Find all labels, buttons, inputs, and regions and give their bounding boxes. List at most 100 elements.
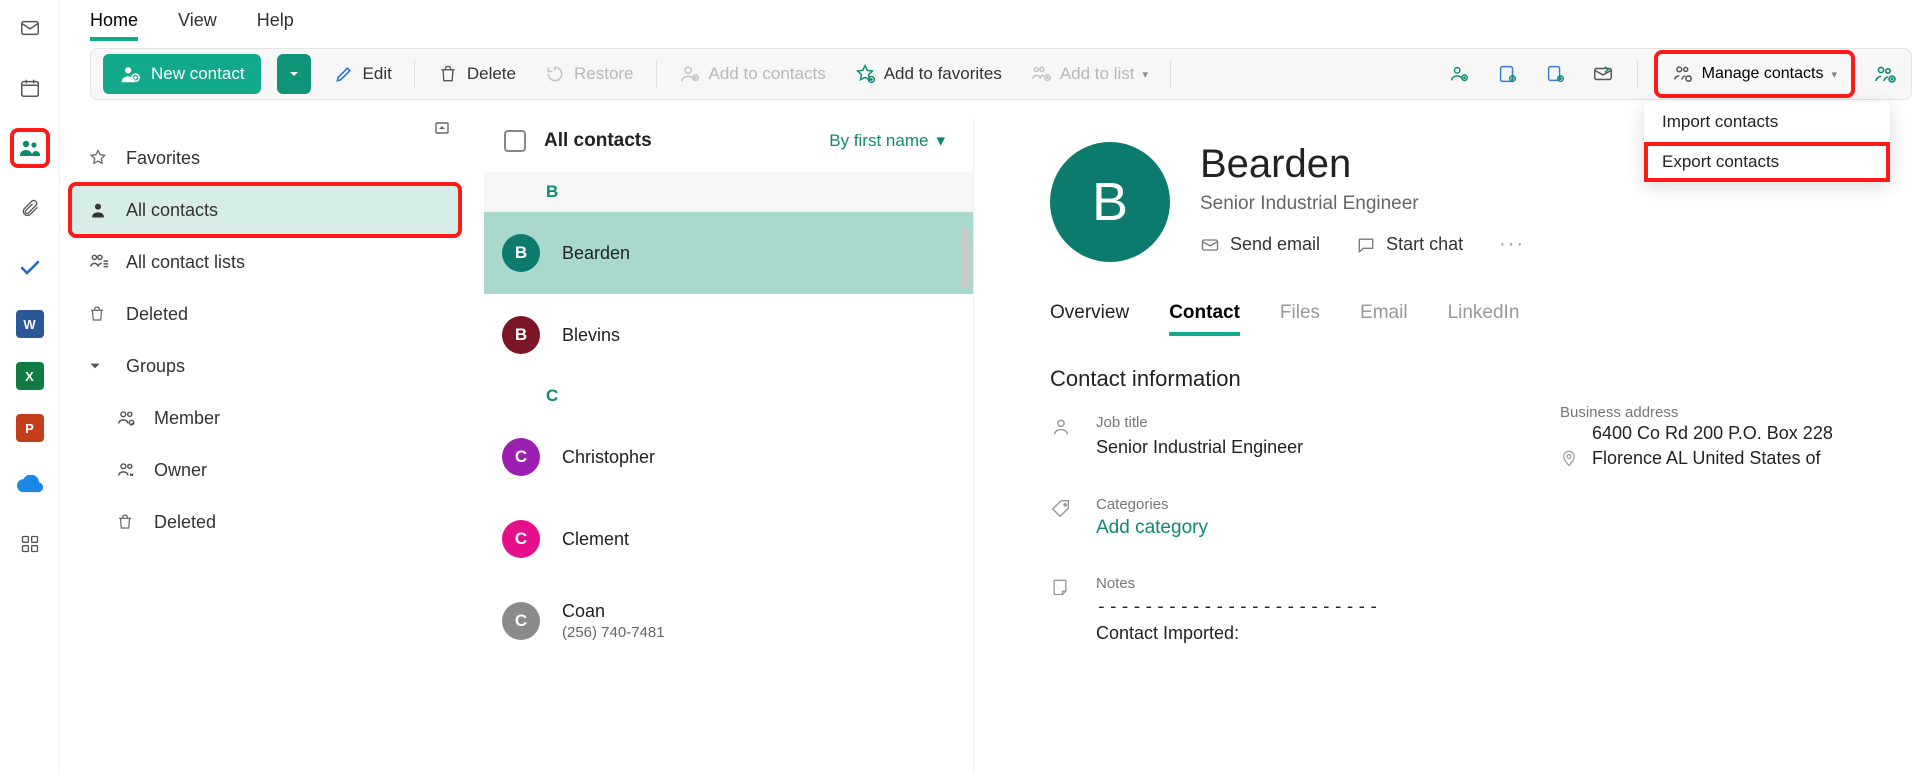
rail-attach-icon[interactable]	[12, 190, 48, 226]
tag-icon	[1050, 496, 1074, 539]
rail-word-icon[interactable]: W	[16, 310, 44, 338]
avatar: C	[502, 438, 540, 476]
folder-favorites[interactable]: Favorites	[70, 132, 460, 184]
member-icon	[116, 407, 138, 429]
restore-icon	[544, 63, 566, 85]
rail-apps-icon[interactable]	[12, 526, 48, 562]
manage-contacts-label: Manage contacts	[1702, 65, 1824, 83]
new-contact-dropdown[interactable]	[277, 54, 311, 94]
contact-row[interactable]: B Bearden	[484, 212, 973, 294]
folder-groups[interactable]: Groups	[70, 340, 460, 392]
people-list-icon	[88, 251, 110, 273]
tab-overview[interactable]: Overview	[1050, 302, 1129, 336]
folder-groups-deleted[interactable]: Deleted	[70, 496, 460, 548]
folder-favorites-label: Favorites	[126, 148, 200, 169]
sort-button[interactable]: By first name ▾	[829, 131, 945, 151]
folder-all-contacts[interactable]: All contacts	[70, 184, 460, 236]
section-letter-b: B	[484, 172, 973, 212]
folder-all-contact-lists[interactable]: All contact lists	[70, 236, 460, 288]
folder-groups-member[interactable]: Member	[70, 392, 460, 444]
send-email-button[interactable]: Send email	[1200, 234, 1320, 255]
menu-home[interactable]: Home	[90, 10, 138, 41]
send-email-label: Send email	[1230, 234, 1320, 255]
tab-email[interactable]: Email	[1360, 302, 1408, 336]
menu-help[interactable]: Help	[257, 10, 294, 41]
contact-list-scroll[interactable]: B B Bearden B Blevins C C Christopher C …	[484, 172, 973, 774]
select-all-checkbox[interactable]	[504, 130, 526, 152]
people-gear-icon	[1672, 63, 1694, 85]
separator	[414, 60, 415, 88]
dropdown-export-contacts[interactable]: Export contacts	[1644, 142, 1890, 182]
edit-button[interactable]: Edit	[327, 59, 398, 89]
section-letter-c: C	[484, 376, 973, 416]
rail-todo-icon[interactable]	[12, 250, 48, 286]
mail-icon	[1200, 235, 1220, 255]
contact-row[interactable]: B Blevins	[484, 294, 973, 376]
add-to-contacts-button: Add to contacts	[673, 59, 832, 89]
tab-files[interactable]: Files	[1280, 302, 1320, 336]
contact-row[interactable]: C Christopher	[484, 416, 973, 498]
restore-label: Restore	[574, 64, 634, 84]
contact-list-title: All contacts	[544, 130, 652, 152]
dock-icon[interactable]	[434, 120, 450, 136]
rail-mail-icon[interactable]	[12, 10, 48, 46]
new-contact-button[interactable]: New contact	[103, 54, 261, 94]
notes-dashes: ------------------------	[1096, 596, 1860, 617]
chevron-down-icon: ▾	[1142, 68, 1148, 81]
detail-job: Senior Industrial Engineer	[1200, 193, 1860, 215]
contact-row[interactable]: C Clement	[484, 498, 973, 580]
avatar: B	[502, 234, 540, 272]
rail-powerpoint-icon[interactable]: P	[16, 414, 44, 442]
more-actions-button[interactable]: ···	[1499, 233, 1525, 256]
star-icon	[88, 148, 110, 168]
trash-icon	[437, 63, 459, 85]
scrollbar[interactable]	[961, 228, 969, 288]
ribbon-right: Manage contacts ▾	[1445, 54, 1899, 94]
note-icon	[1050, 575, 1074, 646]
ribbon-icon-2[interactable]	[1493, 60, 1521, 88]
menu-view[interactable]: View	[178, 10, 217, 41]
ribbon-icon-1[interactable]	[1445, 60, 1473, 88]
person-outline-icon	[1050, 414, 1074, 460]
rail-calendar-icon[interactable]	[12, 70, 48, 106]
ribbon-icon-3[interactable]	[1541, 60, 1569, 88]
rail-excel-icon[interactable]: X	[16, 362, 44, 390]
start-chat-button[interactable]: Start chat	[1356, 234, 1463, 255]
folder-groups-member-label: Member	[154, 408, 220, 429]
add-to-favorites-button[interactable]: Add to favorites	[848, 59, 1008, 89]
folder-all-contacts-label: All contacts	[126, 200, 218, 221]
dropdown-import-contacts[interactable]: Import contacts	[1644, 102, 1890, 142]
info-categories: Categories Add category	[1050, 496, 1860, 539]
manage-contacts-button[interactable]: Manage contacts ▾	[1658, 54, 1851, 94]
folder-deleted[interactable]: Deleted	[70, 288, 460, 340]
rail-people-icon[interactable]	[12, 130, 48, 166]
person-add-icon	[119, 63, 141, 85]
notes-value: Contact Imported:	[1096, 621, 1860, 646]
contact-list-header: All contacts By first name ▾	[484, 118, 973, 172]
tab-contact[interactable]: Contact	[1169, 302, 1240, 336]
folder-groups-owner[interactable]: Owner	[70, 444, 460, 496]
delete-button[interactable]: Delete	[431, 59, 522, 89]
chevron-down-icon: ▾	[1831, 68, 1837, 81]
contact-row[interactable]: C Coan (256) 740-7481	[484, 580, 973, 662]
separator	[656, 60, 657, 88]
ribbon-icon-4[interactable]	[1589, 60, 1617, 88]
contact-name: Christopher	[562, 447, 655, 468]
edit-label: Edit	[363, 64, 392, 84]
add-to-contacts-label: Add to contacts	[709, 64, 826, 84]
add-to-list-button: Add to list ▾	[1024, 59, 1154, 89]
tab-linkedin[interactable]: LinkedIn	[1448, 302, 1520, 336]
chat-icon	[1356, 235, 1376, 255]
rail-onedrive-icon[interactable]	[12, 466, 48, 502]
detail-avatar: B	[1050, 142, 1170, 262]
section-contact-info: Contact information	[1050, 366, 1860, 392]
detail-tabs: Overview Contact Files Email LinkedIn	[1050, 302, 1860, 336]
chevron-down-icon	[88, 359, 110, 373]
categories-label: Categories	[1096, 496, 1860, 513]
contact-name: Bearden	[562, 243, 630, 264]
add-category-link[interactable]: Add category	[1096, 517, 1860, 539]
folder-deleted-label: Deleted	[126, 304, 188, 325]
ribbon: New contact Edit Delete Restore Add to c…	[90, 48, 1912, 100]
ribbon-icon-overflow[interactable]	[1871, 60, 1899, 88]
list-add-icon	[1030, 63, 1052, 85]
